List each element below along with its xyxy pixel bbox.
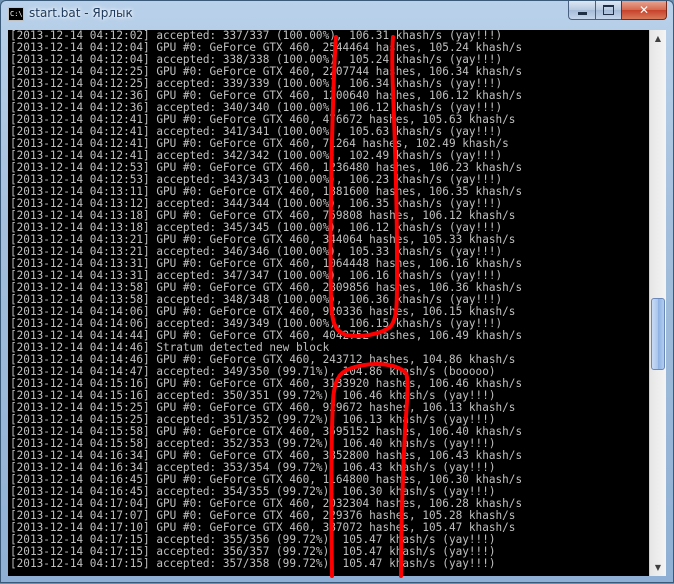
scroll-down-arrow-icon[interactable]: ▼ (650, 559, 666, 576)
window-title: start.bat - Ярлык (29, 6, 133, 20)
minimize-button[interactable] (568, 1, 595, 20)
close-button[interactable]: ✕ (621, 1, 667, 20)
console-text: [2013-12-14 04:12:02] accepted: 337/337 … (8, 30, 649, 570)
caption-buttons: ✕ (568, 1, 667, 20)
title-bar[interactable]: C:\ start.bat - Ярлык ✕ (1, 1, 673, 28)
console-window: C:\ start.bat - Ярлык ✕ [2013-12-14 04:1… (0, 0, 674, 583)
scroll-thumb[interactable] (651, 297, 665, 370)
minimize-icon (577, 11, 587, 15)
maximize-icon (603, 5, 614, 15)
maximize-button[interactable] (595, 1, 621, 20)
vertical-scrollbar[interactable]: ▲ ▼ (649, 30, 666, 576)
console-output[interactable]: [2013-12-14 04:12:02] accepted: 337/337 … (8, 30, 649, 576)
scroll-up-arrow-icon[interactable]: ▲ (650, 30, 666, 47)
cmd-console-icon[interactable]: C:\ (8, 7, 24, 21)
console-line: [2013-12-14 04:17:15] accepted: 357/358 … (10, 557, 496, 570)
close-icon: ✕ (638, 3, 650, 17)
